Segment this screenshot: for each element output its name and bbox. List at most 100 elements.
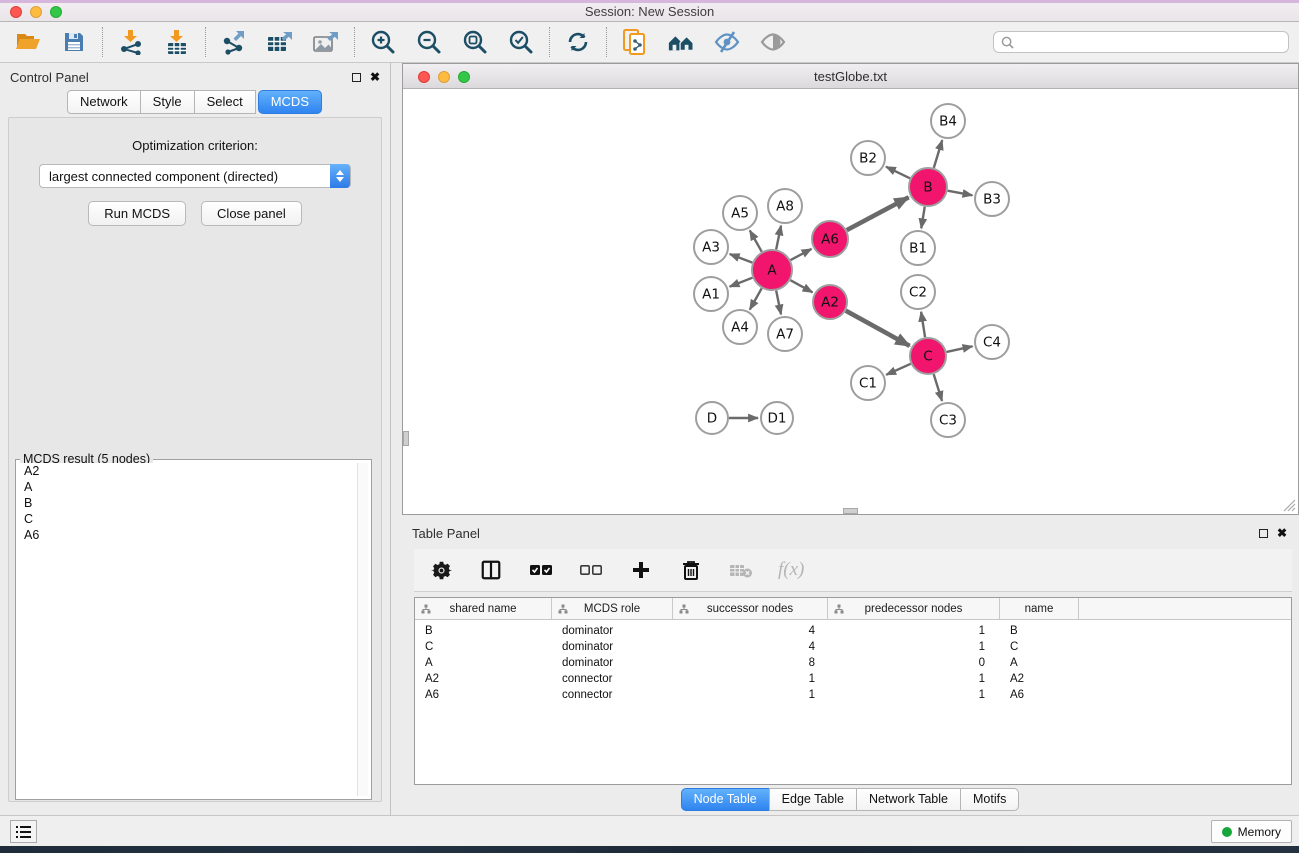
mcds-result-item[interactable]: A [19,479,368,495]
hide-selected-icon[interactable] [713,28,741,56]
network-graph[interactable]: B4B2BB3A5A8A6A3B1AA1C2A2A4A7CC4C1C3DD1 [403,89,1298,514]
tab-network[interactable]: Network [67,90,141,114]
graph-edge[interactable] [750,288,762,309]
network-window-titlebar[interactable]: testGlobe.txt [403,64,1298,89]
settings-gear-icon[interactable] [428,557,454,583]
add-column-icon[interactable] [628,557,654,583]
show-all-icon[interactable] [759,28,787,56]
table-row[interactable]: Cdominator41C [415,639,1291,655]
task-history-button[interactable] [10,820,37,843]
delete-table-icon[interactable] [728,557,754,583]
resize-grip[interactable] [1283,499,1296,512]
mcds-result-item[interactable]: A2 [19,463,368,479]
graph-edge[interactable] [921,207,925,229]
table-row[interactable]: A6connector11A6 [415,687,1291,703]
export-network-icon[interactable] [220,28,248,56]
save-session-icon[interactable] [60,28,88,56]
import-table-icon[interactable] [163,28,191,56]
table-cell: 1 [828,689,1000,701]
close-panel-icon[interactable]: ✖ [370,72,380,82]
tab-mcds[interactable]: MCDS [258,90,322,114]
column-type-icon [558,604,568,614]
delete-column-icon[interactable] [678,557,704,583]
mcds-result-box: MCDS result (5 nodes) A2ABCA6 [15,459,372,800]
vertical-scroll-thumb[interactable] [403,431,409,446]
control-panel-title: Control Panel [10,70,89,85]
graph-edge[interactable] [791,249,812,260]
table-row[interactable]: Bdominator41B [415,623,1291,639]
export-image-icon[interactable] [312,28,340,56]
zoom-fit-icon[interactable] [461,28,489,56]
mcds-result-item[interactable]: A6 [19,527,368,543]
graph-edge[interactable] [750,230,762,251]
refresh-icon[interactable] [564,28,592,56]
float-table-panel-icon[interactable] [1259,529,1268,538]
open-file-icon[interactable] [14,28,42,56]
column-header-mcds-role[interactable]: MCDS role [552,598,673,619]
search-box[interactable] [993,31,1289,53]
close-panel-button[interactable]: Close panel [201,201,302,226]
graph-node-label: A2 [821,295,839,311]
select-all-icon[interactable] [528,557,554,583]
horizontal-scroll-thumb[interactable] [843,508,858,514]
tab-motifs[interactable]: Motifs [960,788,1019,811]
clone-network-icon[interactable] [621,28,649,56]
memory-button[interactable]: Memory [1211,820,1292,843]
import-network-icon[interactable] [117,28,145,56]
graph-edge[interactable] [921,312,925,337]
table-body: Bdominator41BCdominator41CAdominator80AA… [415,620,1291,703]
zoom-out-icon[interactable] [415,28,443,56]
export-table-icon[interactable] [266,28,294,56]
graph-node-label: A7 [776,327,794,343]
table-cell: B [415,625,552,637]
zoom-in-icon[interactable] [369,28,397,56]
tab-select[interactable]: Select [194,90,256,114]
tab-network-table[interactable]: Network Table [856,788,961,811]
tab-style[interactable]: Style [140,90,195,114]
column-visibility-icon[interactable] [478,557,504,583]
deselect-all-icon[interactable] [578,557,604,583]
table-cell: connector [552,689,673,701]
graph-edge[interactable] [934,140,942,168]
graph-edge[interactable] [948,191,973,196]
column-header-predecessor-nodes[interactable]: predecessor nodes [828,598,1000,619]
graph-edge[interactable] [947,346,973,352]
graph-edge[interactable] [886,364,910,375]
tab-edge-table[interactable]: Edge Table [769,788,857,811]
table-cell: A2 [1000,673,1079,685]
column-header-successor-nodes[interactable]: successor nodes [673,598,828,619]
table-row[interactable]: A2connector11A2 [415,671,1291,687]
close-table-panel-icon[interactable]: ✖ [1277,528,1287,538]
table-cell: dominator [552,657,673,669]
network-canvas[interactable]: B4B2BB3A5A8A6A3B1AA1C2A2A4A7CC4C1C3DD1 [403,89,1298,514]
table-cell: 4 [673,625,828,637]
graph-edge[interactable] [730,278,753,287]
graph-edge[interactable] [847,197,909,230]
column-header-shared-name[interactable]: shared name [415,598,552,619]
graph-edge[interactable] [886,167,910,179]
table-panel: Table Panel ✖ f(x) [402,519,1299,814]
graph-edge[interactable] [790,280,812,292]
table-row[interactable]: Adominator80A [415,655,1291,671]
mcds-result-item[interactable]: C [19,511,368,527]
graph-edge[interactable] [730,254,753,263]
function-builder-icon[interactable]: f(x) [778,559,804,581]
mcds-scrollbar[interactable] [357,463,368,796]
float-panel-icon[interactable] [352,73,361,82]
mcds-result-item[interactable]: B [19,495,368,511]
search-input[interactable] [1019,35,1288,49]
graph-edge[interactable] [846,311,910,346]
graph-edge[interactable] [776,291,781,315]
criterion-select[interactable]: largest connected component (directed) [39,164,351,188]
zoom-selected-icon[interactable] [507,28,535,56]
tab-node-table[interactable]: Node Table [681,788,770,811]
graph-edge[interactable] [776,226,781,250]
table-cell: C [1000,641,1079,653]
first-neighbors-icon[interactable] [667,28,695,56]
run-mcds-button[interactable]: Run MCDS [88,201,186,226]
graph-node-label: B1 [909,241,927,257]
network-view-window: testGlobe.txt B4B2BB3A5A8A6A3B1AA1C2A2A4… [402,63,1299,515]
column-header-name[interactable]: name [1000,598,1079,619]
graph-edge[interactable] [934,374,942,401]
mcds-result-list[interactable]: A2ABCA6 [19,463,368,796]
